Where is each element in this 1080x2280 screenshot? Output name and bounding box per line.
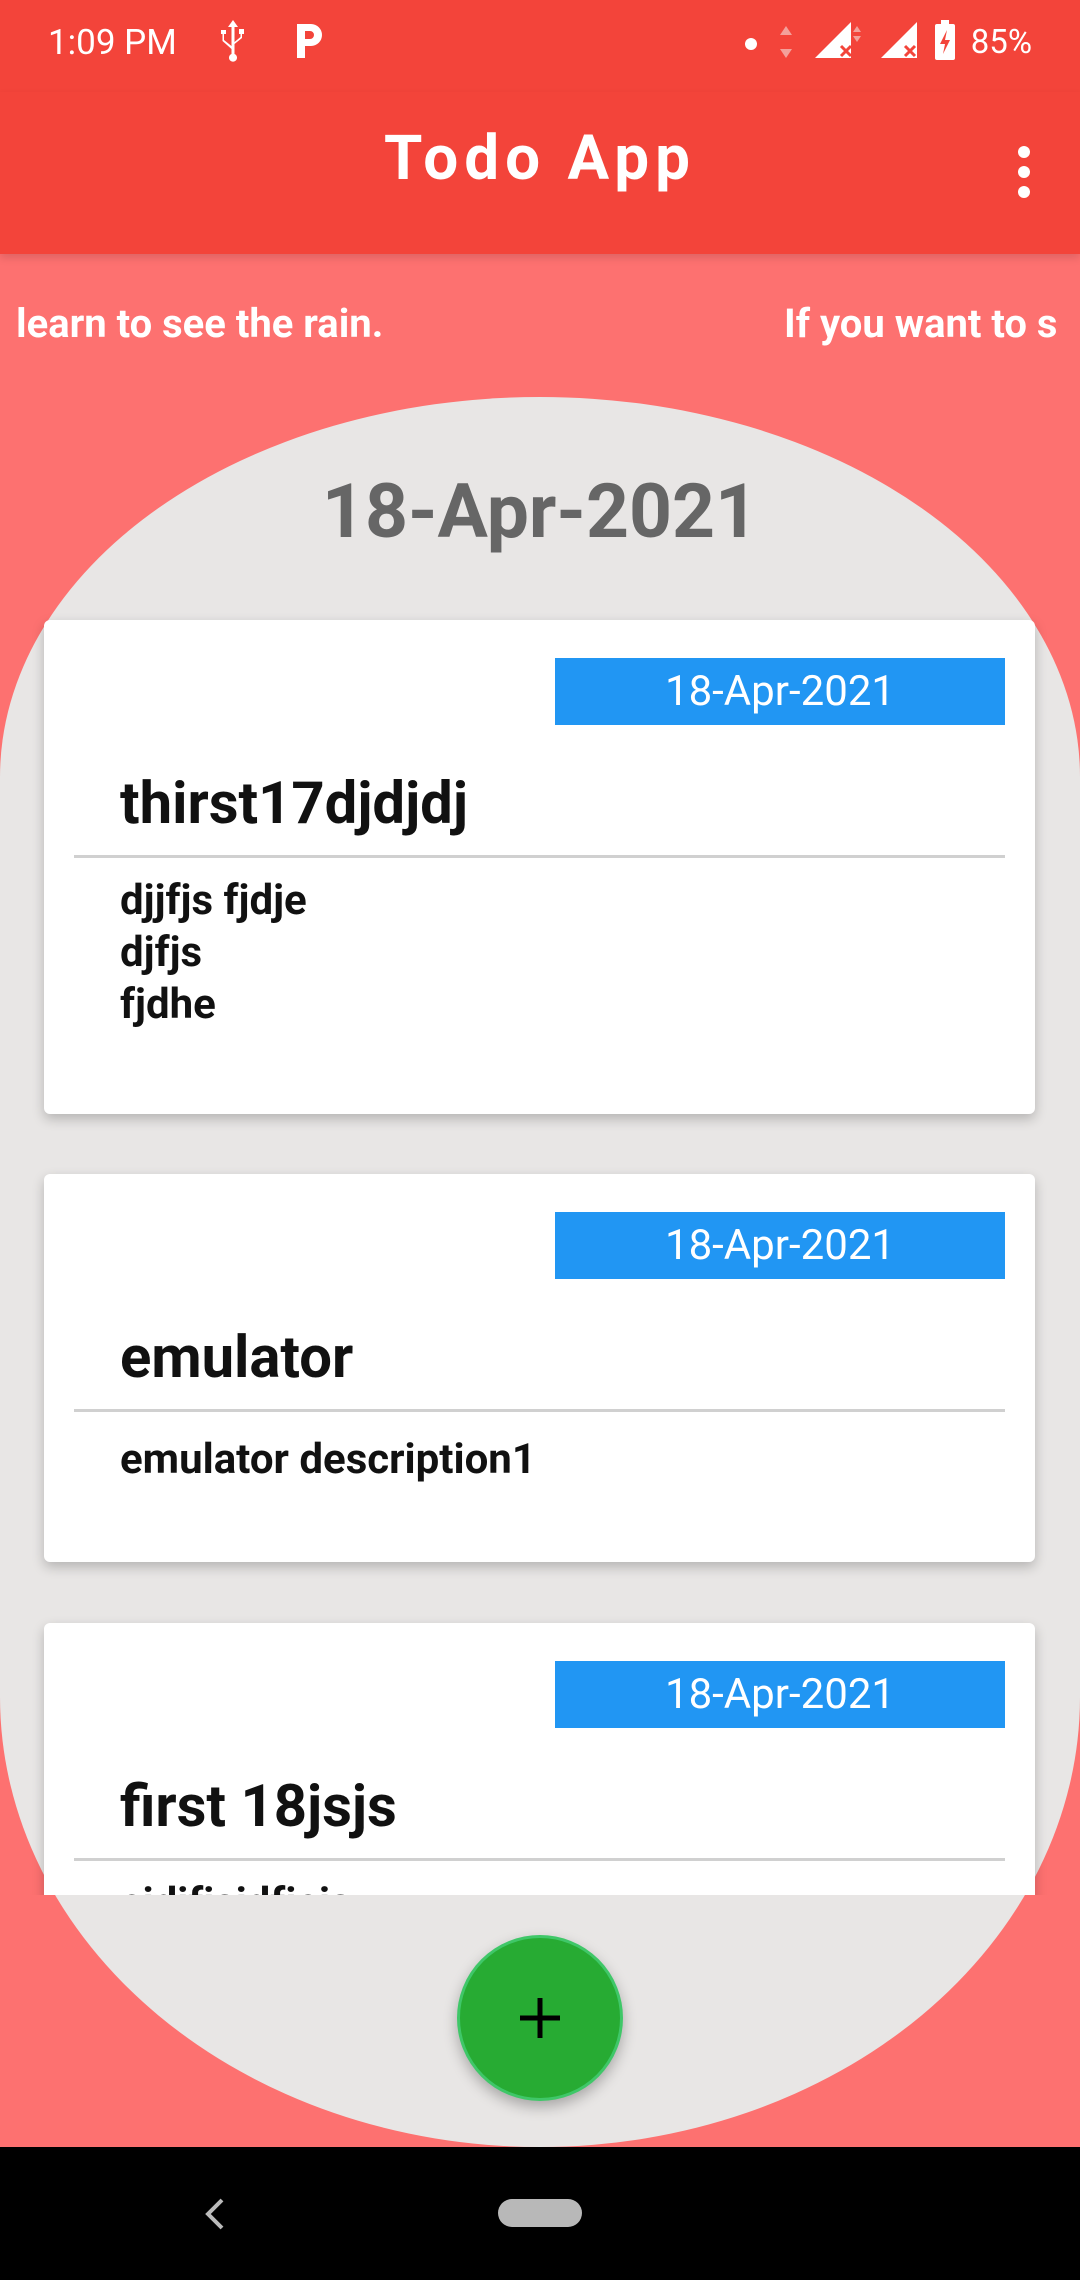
- card-divider: [74, 1858, 1005, 1861]
- battery-percent: 85%: [970, 22, 1032, 62]
- signal-1-icon: [811, 18, 863, 66]
- plus-icon: [520, 1998, 560, 2038]
- quote-marquee: learn to see the rain. If you want to s: [0, 254, 1080, 396]
- todo-card[interactable]: 18-Apr-2021 first 18jsjs ejdjfjsjdfjejs: [44, 1623, 1035, 1895]
- app-title: Todo App: [384, 122, 696, 195]
- card-divider: [74, 1409, 1005, 1412]
- dot-icon: [741, 18, 761, 66]
- todo-date-badge: 18-Apr-2021: [555, 1661, 1005, 1728]
- back-chevron-icon: [205, 2198, 224, 2230]
- add-todo-button[interactable]: [457, 1935, 623, 2101]
- status-time: 1:09 PM: [48, 22, 177, 63]
- quote-text-b: If you want to s: [784, 300, 1058, 347]
- todo-date-badge: 18-Apr-2021: [555, 1212, 1005, 1279]
- todo-card[interactable]: 18-Apr-2021 emulator emulator descriptio…: [44, 1174, 1035, 1562]
- more-vert-icon: [1018, 146, 1030, 198]
- home-pill-icon[interactable]: [498, 2199, 582, 2227]
- todo-title: first 18jsjs: [120, 1773, 397, 1841]
- todo-card[interactable]: 18-Apr-2021 thirst17djdjdj djjfjs fjdje …: [44, 620, 1035, 1114]
- app-bar: Todo App: [0, 92, 1080, 254]
- signal-2-icon: [877, 18, 919, 66]
- parking-icon: [289, 18, 329, 66]
- date-heading: 18-Apr-2021: [321, 468, 759, 556]
- usb-icon: [215, 18, 251, 66]
- data-arrows-icon: [775, 18, 797, 66]
- todo-description: djjfjs fjdje djfjs fjdhe: [120, 876, 307, 1029]
- todo-date-badge: 18-Apr-2021: [555, 658, 1005, 725]
- quote-text-a: learn to see the rain.: [16, 300, 384, 347]
- back-button[interactable]: [190, 2189, 240, 2239]
- status-bar: 1:09 PM 85%: [0, 0, 1080, 92]
- todo-list[interactable]: 18-Apr-2021 thirst17djdjdj djjfjs fjdje …: [0, 600, 1080, 1895]
- todo-title: thirst17djdjdj: [120, 770, 468, 838]
- card-divider: [74, 855, 1005, 858]
- overflow-menu-button[interactable]: [984, 122, 1064, 222]
- system-nav-bar: [0, 2147, 1080, 2280]
- todo-description: emulator description1: [120, 1435, 536, 1484]
- status-right-icons: 85%: [741, 18, 1032, 66]
- status-left-icons: [215, 18, 329, 66]
- todo-title: emulator: [120, 1324, 354, 1392]
- todo-description: ejdjfjsjdfjejs: [120, 1878, 351, 1895]
- battery-charging-icon: [933, 18, 957, 66]
